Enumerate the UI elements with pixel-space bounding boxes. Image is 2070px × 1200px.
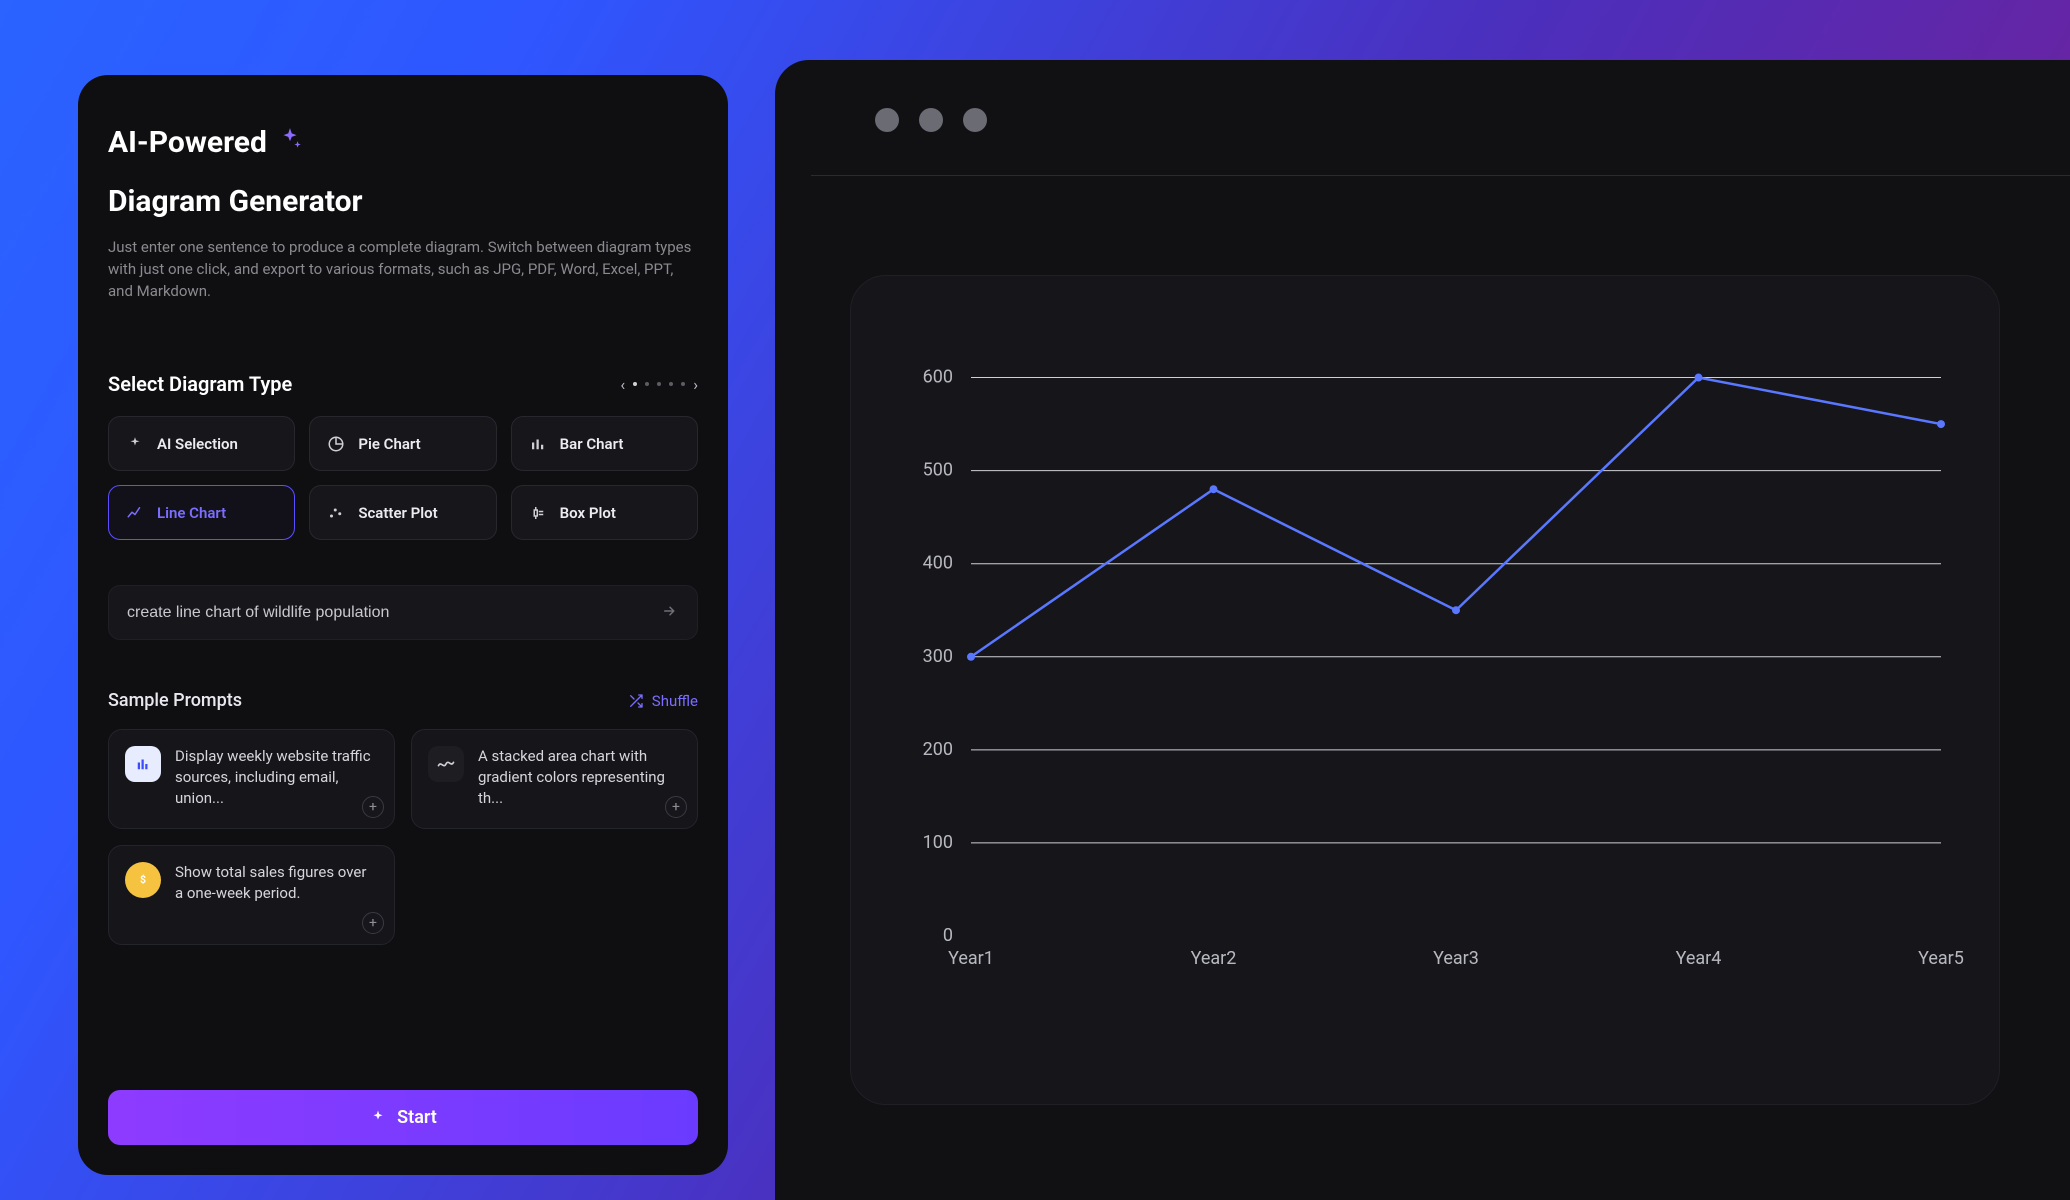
- window-dot[interactable]: [875, 108, 899, 132]
- sparkle-icon: [277, 125, 303, 160]
- coin-gold-icon: $: [125, 862, 161, 898]
- add-sample-button[interactable]: +: [665, 796, 687, 818]
- chart-point: [967, 653, 975, 661]
- sample-card[interactable]: $ Show total sales figures over a one-wee…: [108, 845, 395, 945]
- add-sample-button[interactable]: +: [362, 796, 384, 818]
- line-chart: 100 200 300 400 500 600 0Year1 Year2 Year3 Year4 Y…: [851, 276, 2001, 1106]
- chevron-right-icon[interactable]: ›: [693, 375, 698, 394]
- chart-point: [1452, 606, 1460, 614]
- window-dot[interactable]: [919, 108, 943, 132]
- diagram-type-pie-chart[interactable]: Pie Chart: [309, 416, 496, 471]
- page-description: Just enter one sentence to produce a com…: [108, 237, 698, 302]
- diagram-type-label: Box Plot: [560, 504, 616, 522]
- wave-dark-icon: [428, 746, 464, 782]
- pager-dot[interactable]: [645, 382, 649, 386]
- x-tick-label: Year3: [1433, 948, 1479, 969]
- y-tick-label: 100: [923, 832, 953, 853]
- pager-dot[interactable]: [681, 382, 685, 386]
- window-dot[interactable]: [963, 108, 987, 132]
- diagram-type-bar-chart[interactable]: Bar Chart: [511, 416, 698, 471]
- x-tick-label: Year2: [1191, 948, 1237, 969]
- diagram-type-box-plot[interactable]: Box Plot: [511, 485, 698, 540]
- sample-card[interactable]: A stacked area chart with gradient color…: [411, 729, 698, 829]
- prompt-input[interactable]: [127, 604, 661, 622]
- x-tick-label: Year1: [948, 948, 994, 969]
- chart-point: [1210, 485, 1218, 493]
- prompt-input-wrap[interactable]: [108, 585, 698, 640]
- diagram-type-label: Bar Chart: [560, 435, 624, 453]
- bar-icon: [528, 434, 548, 454]
- ai-powered-label: AI-Powered: [108, 125, 267, 160]
- sample-card[interactable]: Display weekly website traffic sources, …: [108, 729, 395, 829]
- y-tick-label: 600: [923, 367, 953, 388]
- start-label: Start: [397, 1107, 437, 1128]
- sample-text: A stacked area chart with gradient color…: [478, 746, 681, 809]
- ai-powered-heading: AI-Powered: [108, 125, 698, 160]
- page-title: Diagram Generator: [108, 184, 698, 219]
- header-divider: [811, 175, 2070, 176]
- y-tick-label: 300: [923, 646, 953, 667]
- diagram-type-label: AI Selection: [157, 435, 238, 453]
- sparkle-icon: [369, 1109, 387, 1127]
- sample-text: Show total sales figures over a one-week…: [175, 862, 378, 904]
- arrow-right-icon[interactable]: [661, 602, 679, 624]
- chevron-left-icon[interactable]: ‹: [620, 375, 625, 394]
- shuffle-button[interactable]: Shuffle: [628, 692, 698, 710]
- diagram-type-label: Line Chart: [157, 504, 226, 522]
- line-icon: [125, 503, 145, 523]
- diagram-type-title: Select Diagram Type: [108, 372, 292, 396]
- pager-dot[interactable]: [657, 382, 661, 386]
- sample-text: Display weekly website traffic sources, …: [175, 746, 378, 809]
- pager-dot[interactable]: [669, 382, 673, 386]
- chart-line: [971, 378, 1941, 657]
- generator-panel: AI-Powered Diagram Generator Just enter …: [78, 75, 728, 1175]
- y-tick-label: 400: [923, 553, 953, 574]
- x-tick-label: Year4: [1676, 948, 1722, 969]
- preview-window: 100 200 300 400 500 600 0Year1 Year2 Year3 Year4 Y…: [775, 60, 2070, 1200]
- pie-icon: [326, 434, 346, 454]
- shuffle-label: Shuffle: [652, 692, 698, 710]
- bar-blue-icon: [125, 746, 161, 782]
- pager-dot[interactable]: [633, 382, 637, 386]
- svg-text:$: $: [140, 873, 146, 886]
- diagram-type-scatter-plot[interactable]: Scatter Plot: [309, 485, 496, 540]
- window-controls: [875, 108, 987, 132]
- box-icon: [528, 503, 548, 523]
- start-button[interactable]: Start: [108, 1090, 698, 1145]
- sparkle-icon: [125, 434, 145, 454]
- y-tick-label: 500: [923, 460, 953, 481]
- diagram-type-pager: ‹ ›: [620, 375, 698, 394]
- add-sample-button[interactable]: +: [362, 912, 384, 934]
- chart-card: 100 200 300 400 500 600 0Year1 Year2 Year3 Year4 Y…: [850, 275, 2000, 1105]
- diagram-type-ai-selection[interactable]: AI Selection: [108, 416, 295, 471]
- chart-point: [1695, 374, 1703, 382]
- diagram-type-label: Pie Chart: [358, 435, 420, 453]
- diagram-type-line-chart[interactable]: Line Chart: [108, 485, 295, 540]
- scatter-icon: [326, 503, 346, 523]
- chart-point: [1937, 420, 1945, 428]
- y-tick-label: 0: [943, 925, 953, 946]
- shuffle-icon: [628, 693, 644, 709]
- sample-prompts-title: Sample Prompts: [108, 690, 242, 711]
- y-tick-label: 200: [923, 739, 953, 760]
- x-tick-label: Year5: [1918, 948, 1964, 969]
- diagram-type-label: Scatter Plot: [358, 504, 437, 522]
